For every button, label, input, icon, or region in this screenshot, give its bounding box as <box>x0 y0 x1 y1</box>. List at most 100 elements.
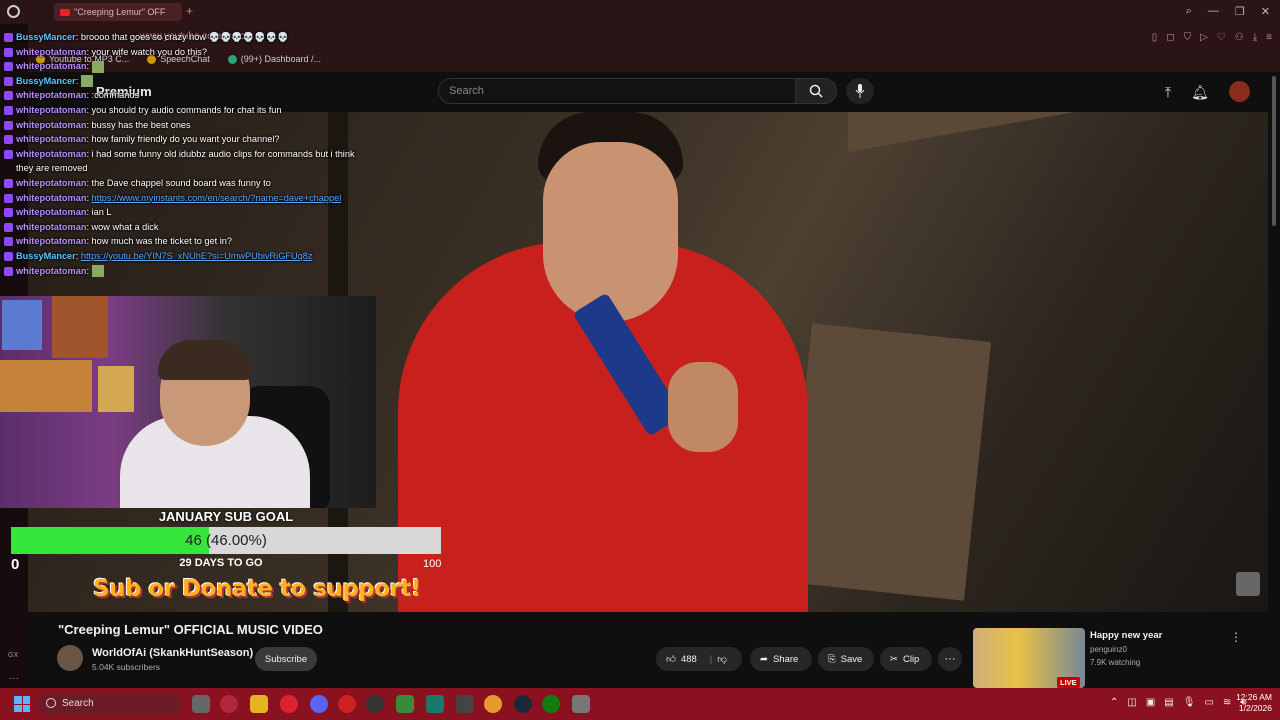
app-icon[interactable] <box>456 695 474 713</box>
bookmark-icon[interactable]: ▯ <box>1152 32 1158 43</box>
app-icon[interactable] <box>484 695 502 713</box>
sub-goal-title: JANUARY SUB GOAL <box>158 509 294 524</box>
chat-username: whitepotatoman <box>16 236 87 247</box>
related-title[interactable]: Happy new year <box>1090 630 1162 641</box>
chat-text: how family friendly do you want your cha… <box>91 134 280 145</box>
subscriber-count: 5.04K subscribers <box>92 662 161 672</box>
twitch-badge-icon <box>4 149 13 159</box>
gx-label[interactable]: GX <box>8 652 18 659</box>
tray-app-icon[interactable]: ◫ <box>1127 697 1136 708</box>
opera-logo-icon[interactable] <box>7 5 20 18</box>
upload-icon[interactable]: ⤒ <box>1159 83 1177 101</box>
minimize-button[interactable]: — <box>1208 5 1219 18</box>
chat-text: bussy has the best ones <box>91 119 191 130</box>
search-button[interactable] <box>795 78 837 104</box>
chat-link[interactable]: https://youtu.be/YIN7S_xNUhE?si=UmwPUbiv… <box>81 251 313 261</box>
menu-icon[interactable]: ≡ <box>1266 32 1272 43</box>
share-label: Share <box>772 653 799 665</box>
twitch-badge-icon <box>4 251 13 261</box>
sub-goal-count: 46 (46.00%) <box>185 532 267 549</box>
vpn-shield-icon[interactable]: ⛉ <box>1184 32 1192 43</box>
save-button[interactable]: ⎘ Save <box>818 647 874 671</box>
heart-icon[interactable]: ♡ <box>1217 32 1226 43</box>
twitch-badge-icon <box>4 120 13 130</box>
chat-text: you should try audio commands for chat i… <box>91 104 282 115</box>
youtube-favicon-icon <box>60 8 70 16</box>
like-button[interactable]: 👍︎ 488 | 👎︎ <box>656 647 742 671</box>
chat-username: whitepotatoman <box>16 119 87 130</box>
chat-username: BussyMancer <box>16 75 76 86</box>
search-tabs-icon[interactable]: ⌕ <box>1186 5 1192 18</box>
chat-message: BussyMancer: https://youtu.be/YIN7S_xNUh… <box>4 249 364 264</box>
app-icon[interactable] <box>366 695 384 713</box>
app-icon[interactable] <box>338 695 356 713</box>
chat-username: whitepotatoman <box>16 265 87 276</box>
streamer-hair <box>158 340 252 380</box>
channel-name[interactable]: WorldOfAi (SkankHuntSeason) <box>92 647 253 659</box>
xbox-icon[interactable] <box>542 695 560 713</box>
file-explorer-icon[interactable] <box>250 695 268 713</box>
kebab-menu-icon[interactable]: ⋮ <box>1230 630 1242 644</box>
display-icon[interactable]: ▭ <box>1204 697 1213 708</box>
opera-gx-icon[interactable] <box>220 695 238 713</box>
mic-icon[interactable]: 🎙︎ <box>1183 697 1196 708</box>
windows-start-icon[interactable] <box>14 696 30 712</box>
steam-icon[interactable] <box>514 695 532 713</box>
subscribe-button[interactable]: Subscribe <box>255 647 317 671</box>
voice-search-button[interactable] <box>846 78 874 104</box>
chat-text: :commands <box>91 90 140 101</box>
taskbar-search[interactable]: Search <box>38 693 182 715</box>
twitch-badge-icon <box>4 237 13 247</box>
twitch-badge-icon <box>4 105 13 115</box>
account-avatar[interactable] <box>1229 81 1250 102</box>
chat-username: whitepotatoman <box>16 104 87 115</box>
player-icon[interactable]: ▷ <box>1200 32 1208 43</box>
twitch-badge-icon <box>4 178 13 188</box>
chat-link[interactable]: https://www.myinstants.com/en/search/?na… <box>92 193 342 203</box>
close-button[interactable]: ✕ <box>1261 5 1270 18</box>
network-icon[interactable]: ▤ <box>1164 697 1173 708</box>
restore-button[interactable]: ❐ <box>1235 5 1245 18</box>
search-input[interactable]: Search <box>438 78 796 104</box>
share-button[interactable]: ➦ Share <box>750 647 812 671</box>
chat-username: whitepotatoman <box>16 221 87 232</box>
task-view-icon[interactable] <box>192 695 210 713</box>
chat-message: whitepotatoman: how much was the ticket … <box>4 234 364 249</box>
twitch-badge-icon <box>4 91 13 101</box>
channel-avatar[interactable] <box>57 645 83 671</box>
twitch-badge-icon <box>4 266 13 276</box>
app-icon[interactable] <box>280 695 298 713</box>
thumbs-down-icon[interactable]: 👎︎ <box>717 653 727 665</box>
snapshot-icon[interactable]: ◻ <box>1166 32 1174 43</box>
clip-button[interactable]: ✂ Clip <box>880 647 932 671</box>
related-channel[interactable]: penguinz0 <box>1090 645 1127 654</box>
chat-message: whitepotatoman: https://www.myinstants.c… <box>4 191 364 206</box>
taskbar-clock[interactable]: 12:26 AM 1/2/2026 <box>1224 692 1272 714</box>
chevron-up-icon[interactable]: ⌃ <box>1110 697 1118 708</box>
twitch-badge-icon <box>4 76 13 86</box>
browser-tab[interactable]: "Creeping Lemur" OFF <box>54 3 182 21</box>
share-arrow-icon: ➦ <box>760 653 768 665</box>
more-actions-button[interactable]: ··· <box>938 647 962 671</box>
profile-icon[interactable]: ⚇ <box>1235 32 1244 43</box>
notifications-bell-icon[interactable]: 🔔︎ <box>1191 83 1209 101</box>
related-watching: 7.9K watching <box>1090 658 1141 667</box>
chat-message: whitepotatoman: wow what a dick <box>4 220 364 235</box>
app-icon[interactable] <box>572 695 590 713</box>
chat-username: whitepotatoman <box>16 90 87 101</box>
video-corner-avatar <box>1236 572 1260 596</box>
page-scrollbar[interactable] <box>1272 76 1276 226</box>
app-icon[interactable] <box>396 695 414 713</box>
chat-username: whitepotatoman <box>16 134 87 145</box>
chat-username: whitepotatoman <box>16 61 87 72</box>
tray-app-icon[interactable]: ▣ <box>1146 697 1155 708</box>
chat-text: wow what a dick <box>91 221 159 232</box>
bookmark-save-icon: ⎘ <box>828 653 836 665</box>
discord-icon[interactable] <box>310 695 328 713</box>
download-icon[interactable]: ⤓ <box>1253 32 1257 43</box>
wall-poster <box>98 366 134 412</box>
more-icon[interactable]: ··· <box>9 673 19 684</box>
app-icon[interactable] <box>426 695 444 713</box>
new-tab-button[interactable]: + <box>186 4 193 18</box>
chat-username: whitepotatoman <box>16 207 87 218</box>
